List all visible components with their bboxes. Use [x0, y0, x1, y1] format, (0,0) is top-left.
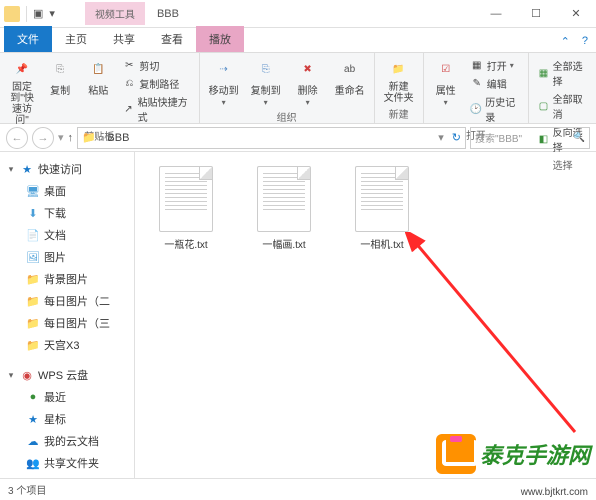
contextual-tab-label: 视频工具	[85, 2, 145, 25]
file-item[interactable]: 一相机.txt	[345, 166, 419, 251]
pin-label: 固定到"快 速访问"	[6, 82, 38, 126]
nav-documents[interactable]: 📄文档	[0, 224, 134, 246]
folder-app-icon	[4, 6, 20, 22]
ribbon-toggle[interactable]: ⌃ ?	[553, 31, 596, 52]
group-new-label: 新建	[379, 106, 419, 122]
nav-shared[interactable]: 👥共享文件夹	[0, 452, 134, 474]
status-bar: 3 个项目	[0, 478, 596, 500]
file-item[interactable]: 一幅画.txt	[247, 166, 321, 251]
tab-share[interactable]: 共享	[100, 26, 148, 52]
qat-undo-icon[interactable]: ▾	[49, 7, 55, 20]
txt-file-icon	[159, 166, 213, 232]
copyto-button[interactable]: ⎘复制到▾	[246, 55, 286, 109]
cut-button[interactable]: ✂剪切	[120, 57, 192, 74]
minimize-button[interactable]: —	[476, 0, 516, 28]
edit-button[interactable]: ✎编辑	[468, 75, 523, 92]
selectnone-button[interactable]: ▢全部取消	[535, 90, 590, 122]
shortcut-button[interactable]: ↗粘贴快捷方式	[120, 93, 192, 125]
newfolder-button[interactable]: 📁新建 文件夹	[379, 55, 419, 106]
open-button[interactable]: ▦打开▾	[468, 57, 523, 74]
status-text: 3 个项目	[8, 482, 46, 497]
pin-button[interactable]: 📌固定到"快 速访问"	[4, 55, 40, 128]
group-organize-label: 组织	[204, 109, 370, 125]
txt-file-icon	[257, 166, 311, 232]
history-button[interactable]: 🕑历史记录	[468, 93, 523, 125]
copy-label: 复制	[50, 82, 70, 97]
maximize-button[interactable]: ☐	[516, 0, 556, 28]
tab-view[interactable]: 查看	[148, 26, 196, 52]
watermark-text: 泰克手游网	[480, 438, 590, 470]
nav-daily3[interactable]: 📁每日图片（三	[0, 312, 134, 334]
copypath-button[interactable]: ⎌复制路径	[120, 75, 192, 92]
rename-button[interactable]: ab重命名	[330, 55, 370, 99]
back-button[interactable]: ←	[6, 127, 28, 149]
paste-button[interactable]: 📋粘贴	[80, 55, 116, 99]
file-list[interactable]: 一瓶花.txt 一幅画.txt 一相机.txt	[135, 152, 596, 478]
title-bar: ▣ ▾ 视频工具 BBB — ☐ ✕	[0, 0, 596, 28]
watermark-icon	[436, 434, 476, 474]
annotation-arrow	[405, 232, 585, 452]
nav-daily2[interactable]: 📁每日图片（二	[0, 290, 134, 312]
search-icon: 🔍	[573, 132, 585, 143]
delete-button[interactable]: ✖删除▾	[288, 55, 328, 109]
address-box[interactable]: 📁 › BBB ▾ ↻	[77, 127, 466, 149]
qat-save-icon[interactable]: ▣	[33, 7, 43, 20]
watermark-logo: 泰克手游网	[436, 434, 590, 474]
close-button[interactable]: ✕	[556, 0, 596, 28]
address-path: BBB	[107, 132, 129, 144]
address-bar: ← → ▾ ↑ 📁 › BBB ▾ ↻ 搜索"BBB" 🔍	[0, 124, 596, 152]
nav-downloads[interactable]: ⬇下载	[0, 202, 134, 224]
watermark-url: www.bjtkrt.com	[521, 487, 588, 498]
copy-button[interactable]: ⎘复制	[42, 55, 78, 99]
file-label: 一瓶花.txt	[164, 236, 207, 251]
file-item[interactable]: 一瓶花.txt	[149, 166, 223, 251]
paste-label: 粘贴	[88, 82, 108, 97]
navigation-pane[interactable]: ▾★快速访问 🖥桌面 ⬇下载 📄文档 🖼图片 📁背景图片 📁每日图片（二 📁每日…	[0, 152, 135, 478]
nav-quick-access[interactable]: ▾★快速访问	[0, 158, 134, 180]
ribbon: 📌固定到"快 速访问" ⎘复制 📋粘贴 ✂剪切 ⎌复制路径 ↗粘贴快捷方式 剪贴…	[0, 52, 596, 124]
search-placeholder: 搜索"BBB"	[475, 130, 522, 145]
folder-icon: 📁	[82, 131, 96, 144]
nav-desktop[interactable]: 🖥桌面	[0, 180, 134, 202]
window-title: BBB	[157, 8, 179, 20]
tab-play[interactable]: 播放	[196, 26, 244, 52]
nav-starred[interactable]: ★星标	[0, 408, 134, 430]
search-box[interactable]: 搜索"BBB" 🔍	[470, 127, 590, 149]
forward-button[interactable]: →	[32, 127, 54, 149]
properties-button[interactable]: ☑属性▾	[428, 55, 464, 109]
nav-wps-cloud[interactable]: ▾◉WPS 云盘	[0, 364, 134, 386]
tab-home[interactable]: 主页	[52, 26, 100, 52]
recent-dropdown[interactable]: ▾	[58, 131, 64, 144]
ribbon-tabs: 文件 主页 共享 查看 播放 ⌃ ?	[0, 28, 596, 52]
moveto-button[interactable]: ⇢移动到▾	[204, 55, 244, 109]
file-label: 一幅画.txt	[262, 236, 305, 251]
selectall-button[interactable]: ▦全部选择	[535, 57, 590, 89]
tab-file[interactable]: 文件	[4, 26, 52, 52]
up-button[interactable]: ↑	[68, 132, 74, 144]
refresh-icon[interactable]: ↻	[452, 131, 461, 144]
file-label: 一相机.txt	[360, 236, 403, 251]
txt-file-icon	[355, 166, 409, 232]
nav-recent[interactable]: ●最近	[0, 386, 134, 408]
nav-pictures[interactable]: 🖼图片	[0, 246, 134, 268]
nav-skyx3[interactable]: 📁天宫X3	[0, 334, 134, 356]
nav-bg-images[interactable]: 📁背景图片	[0, 268, 134, 290]
nav-mycloud[interactable]: ☁我的云文档	[0, 430, 134, 452]
